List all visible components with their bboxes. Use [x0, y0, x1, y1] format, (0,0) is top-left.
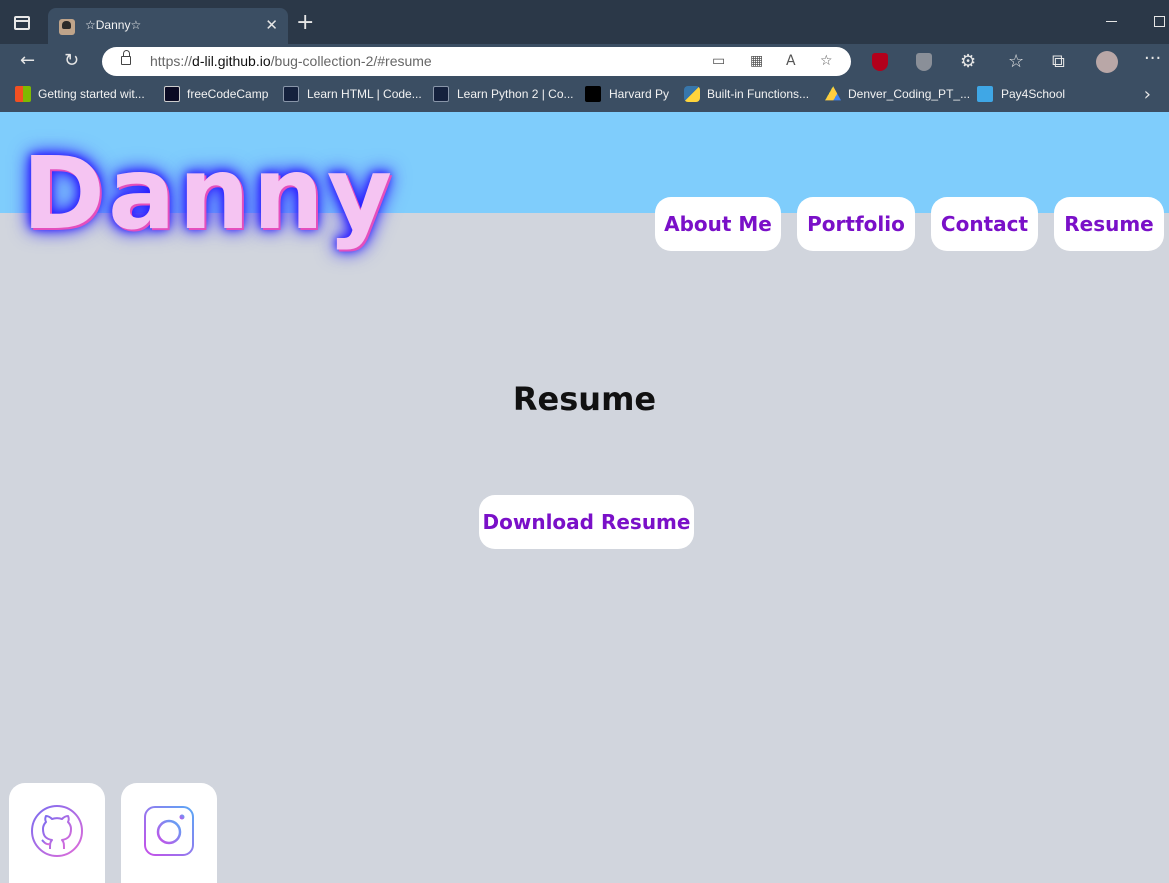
pay4school-icon	[977, 86, 993, 102]
bookmark-pay4school[interactable]: Pay4School	[1001, 86, 1065, 106]
nav-resume[interactable]: Resume	[1054, 197, 1164, 251]
address-bar[interactable]: https://d-lil.github.io/bug-collection-2…	[102, 47, 851, 76]
url-text[interactable]: https://d-lil.github.io/bug-collection-2…	[150, 53, 432, 69]
maximize-icon[interactable]	[1154, 16, 1165, 27]
tab-close-icon[interactable]: ✕	[265, 16, 278, 34]
collections-icon[interactable]: ⧉	[1052, 53, 1065, 71]
bookmark-built-in-functions[interactable]: Built-in Functions...	[707, 86, 809, 106]
back-icon[interactable]: ←	[20, 52, 35, 70]
page-content: Danny About Me Portfolio Contact Resume …	[0, 112, 1169, 883]
bookmark-getting-started[interactable]: Getting started wit...	[38, 86, 145, 106]
profile-avatar[interactable]	[1096, 51, 1118, 73]
qr-code-icon[interactable]: ▦	[750, 53, 763, 69]
bookmark-freecodecamp[interactable]: freeCodeCamp	[187, 86, 268, 106]
instagram-icon	[144, 806, 194, 856]
instagram-link[interactable]	[121, 783, 217, 883]
freecodecamp-icon	[164, 86, 180, 102]
site-logo[interactable]: Danny	[22, 139, 395, 249]
app-available-icon[interactable]: ▭	[712, 53, 725, 69]
ublock-origin-icon[interactable]	[872, 53, 888, 71]
bookmark-harvard-py[interactable]: Harvard Py	[609, 86, 669, 106]
tab-actions-icon[interactable]	[14, 16, 30, 30]
browser-toolbar: ← ↻ https://d-lil.github.io/bug-collecti…	[0, 44, 1169, 80]
active-tab[interactable]: ☆Danny☆ ✕	[48, 8, 288, 44]
read-aloud-icon[interactable]: A	[786, 53, 796, 69]
favorites-icon[interactable]: ☆	[1008, 53, 1024, 71]
bookmark-learn-html[interactable]: Learn HTML | Code...	[307, 86, 422, 106]
microsoft-icon	[15, 86, 31, 102]
add-favorite-icon[interactable]: ☆	[820, 53, 833, 69]
new-tab-button[interactable]: +	[296, 12, 314, 34]
bookmark-learn-python[interactable]: Learn Python 2 | Co...	[457, 86, 574, 106]
nav-contact[interactable]: Contact	[931, 197, 1038, 251]
refresh-icon[interactable]: ↻	[64, 52, 79, 70]
chevron-right-icon[interactable]: ›	[1144, 84, 1151, 105]
github-icon	[31, 805, 83, 857]
tab-favicon-icon	[59, 19, 75, 35]
codecademy-icon	[283, 86, 299, 102]
edx-icon	[585, 86, 601, 102]
codecademy-icon	[433, 86, 449, 102]
minimize-icon[interactable]	[1106, 21, 1117, 22]
python-icon	[684, 86, 700, 102]
tab-title: ☆Danny☆	[85, 18, 142, 32]
lock-icon[interactable]	[121, 50, 131, 65]
tab-strip: ☆Danny☆ ✕ +	[0, 0, 1169, 44]
shield-extension-icon[interactable]	[916, 53, 932, 71]
extensions-icon[interactable]: ⚙	[960, 53, 976, 71]
nav-about-me[interactable]: About Me	[655, 197, 781, 251]
github-link[interactable]	[9, 783, 105, 883]
download-resume-button[interactable]: Download Resume	[479, 495, 694, 549]
more-options-icon[interactable]: ···	[1144, 50, 1161, 68]
bookmark-denver-coding[interactable]: Denver_Coding_PT_...	[848, 86, 970, 106]
nav-portfolio[interactable]: Portfolio	[797, 197, 915, 251]
section-title: Resume	[512, 380, 657, 418]
